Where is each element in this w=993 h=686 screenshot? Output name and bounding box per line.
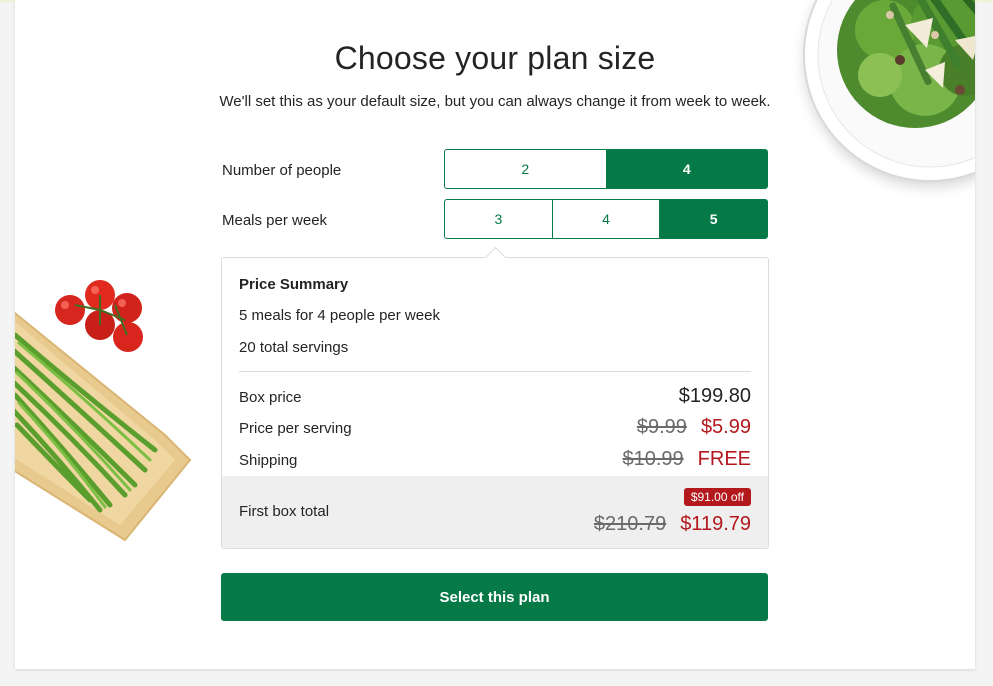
shipping-row: Shipping $10.99 FREE xyxy=(239,448,751,472)
first-box-total: First box total $91.00 off $210.79 $119.7… xyxy=(222,476,768,548)
first-box-new-price: $119.79 xyxy=(680,513,751,535)
shipping-label: Shipping xyxy=(239,452,298,469)
meals-selector: 3 4 5 xyxy=(444,199,769,239)
shipping-new-price: FREE xyxy=(697,448,751,470)
select-plan-button[interactable]: Select this plan xyxy=(221,573,768,621)
meals-option-4[interactable]: 4 xyxy=(551,199,661,239)
summary-divider xyxy=(239,371,751,372)
page: Choose your plan size We'll set this as … xyxy=(0,0,993,686)
people-option-4[interactable]: 4 xyxy=(605,149,768,189)
summary-title: Price Summary xyxy=(239,276,349,293)
people-label: Number of people xyxy=(222,162,342,179)
page-subtitle: We'll set this as your default size, but… xyxy=(219,93,771,110)
summary-caret xyxy=(484,246,507,269)
box-price-value: $199.80 xyxy=(678,385,751,407)
summary-meals-people: 5 meals for 4 people per week xyxy=(239,307,440,324)
per-serving-label: Price per serving xyxy=(239,420,352,437)
summary-servings: 20 total servings xyxy=(239,339,349,356)
page-title: Choose your plan size xyxy=(334,40,656,76)
first-box-old-price: $210.79 xyxy=(593,513,667,535)
per-serving-new-price: $5.99 xyxy=(700,416,751,438)
per-serving-row: Price per serving $9.99 $5.99 xyxy=(239,416,751,440)
salad-plate-image xyxy=(805,0,975,180)
people-selector: 2 4 xyxy=(444,149,768,189)
discount-badge: $91.00 off xyxy=(683,488,751,506)
meals-option-5[interactable]: 5 xyxy=(659,199,769,239)
per-serving-old-price: $9.99 xyxy=(636,416,687,438)
shipping-old-price: $10.99 xyxy=(622,448,684,470)
plan-card: Choose your plan size We'll set this as … xyxy=(15,0,975,669)
salad-plate-icon xyxy=(817,0,975,168)
meals-option-3[interactable]: 3 xyxy=(444,199,553,239)
green-beans-icon xyxy=(15,280,192,542)
people-option-2[interactable]: 2 xyxy=(444,149,607,189)
price-summary: Price Summary 5 meals for 4 people per w… xyxy=(221,246,769,549)
box-price-row: Box price $199.80 xyxy=(239,385,751,409)
meals-label: Meals per week xyxy=(222,212,328,229)
green-beans-tomatoes-image xyxy=(15,275,195,545)
first-box-label: First box total xyxy=(239,503,330,520)
box-price-label: Box price xyxy=(239,389,302,406)
